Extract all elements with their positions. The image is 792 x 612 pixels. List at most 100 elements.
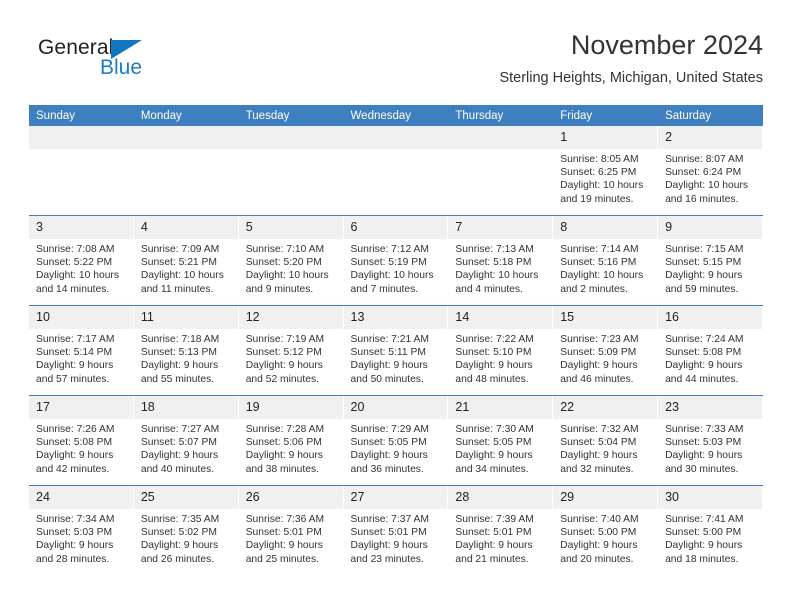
day-number: 23 — [658, 396, 762, 419]
day-number: 1 — [553, 126, 658, 149]
sunset-text: Sunset: 5:22 PM — [36, 257, 113, 269]
day-number: 24 — [29, 486, 133, 509]
day-sun-info: Sunrise: 7:18 AM Sunset: 5:13 PM Daylight:… — [134, 329, 238, 386]
calendar-day-cell[interactable]: 15 Sunrise: 7:23 AM Sunset: 5:09 PM Dayligh… — [553, 306, 659, 396]
calendar-day-cell[interactable]: 7 Sunrise: 7:13 AM Sunset: 5:18 PM Daylight… — [448, 216, 554, 306]
day-number: 8 — [553, 216, 658, 239]
calendar-day-cell[interactable]: 23 Sunrise: 7:33 AM Sunset: 5:03 PM Dayligh… — [658, 396, 763, 486]
calendar-day-cell[interactable]: 6 Sunrise: 7:12 AM Sunset: 5:19 PM Daylight… — [343, 216, 449, 306]
sunrise-text: Sunrise: 7:40 AM — [560, 514, 639, 525]
calendar-day-cell[interactable]: 24 Sunrise: 7:34 AM Sunset: 5:03 PM Dayligh… — [29, 486, 134, 575]
day-sun-info: Sunrise: 7:32 AM Sunset: 5:04 PM Daylight:… — [553, 419, 657, 476]
calendar-day-cell[interactable]: 10 Sunrise: 7:17 AM Sunset: 5:14 PM Dayligh… — [29, 306, 134, 396]
daylight-text: Daylight: 10 hours and 19 minutes. — [560, 180, 644, 205]
sunrise-text: Sunrise: 7:39 AM — [455, 514, 534, 525]
sunrise-text: Sunrise: 7:17 AM — [36, 334, 115, 345]
calendar-day-cell[interactable]: 30 Sunrise: 7:41 AM Sunset: 5:00 PM Dayligh… — [658, 486, 763, 575]
day-sun-info: Sunrise: 7:09 AM Sunset: 5:21 PM Daylight:… — [134, 239, 238, 296]
sunset-text: Sunset: 5:01 PM — [350, 527, 427, 539]
sunset-text: Sunset: 5:13 PM — [140, 347, 217, 359]
day-number-placeholder — [29, 126, 134, 149]
day-number: 20 — [343, 396, 448, 419]
weekday-header-monday: Monday — [133, 105, 239, 126]
sunset-text: Sunset: 5:03 PM — [36, 527, 113, 539]
calendar-day-cell[interactable]: 25 Sunrise: 7:35 AM Sunset: 5:02 PM Dayligh… — [133, 486, 239, 575]
calendar-day-cell[interactable]: 1 Sunrise: 8:05 AM Sunset: 6:25 PM Daylight… — [553, 126, 659, 216]
weekday-header-friday: Friday — [553, 105, 659, 126]
sunset-text: Sunset: 5:05 PM — [350, 437, 427, 449]
calendar-day-cell[interactable]: 3 Sunrise: 7:08 AM Sunset: 5:22 PM Daylight… — [29, 216, 134, 306]
weekday-header-sunday: Sunday — [29, 105, 134, 126]
sunset-text: Sunset: 5:05 PM — [455, 437, 532, 449]
day-sun-info: Sunrise: 7:22 AM Sunset: 5:10 PM Daylight:… — [448, 329, 552, 386]
daylight-text: Daylight: 10 hours and 11 minutes. — [140, 270, 224, 295]
day-sun-info: Sunrise: 7:17 AM Sunset: 5:14 PM Daylight:… — [29, 329, 133, 386]
day-sun-info: Sunrise: 7:33 AM Sunset: 5:03 PM Daylight:… — [658, 419, 762, 476]
day-number: 16 — [658, 306, 762, 329]
day-number: 21 — [448, 396, 553, 419]
sunrise-text: Sunrise: 7:10 AM — [245, 244, 325, 255]
daylight-text: Daylight: 9 hours and 50 minutes. — [350, 360, 428, 385]
calendar-day-cell[interactable]: 5 Sunrise: 7:10 AM Sunset: 5:20 PM Daylight… — [238, 216, 344, 306]
daylight-text: Daylight: 9 hours and 52 minutes. — [245, 360, 323, 385]
calendar-day-cell[interactable]: 13 Sunrise: 7:21 AM Sunset: 5:11 PM Dayligh… — [343, 306, 449, 396]
day-number: 7 — [448, 216, 553, 239]
daylight-text: Daylight: 9 hours and 46 minutes. — [560, 360, 638, 385]
day-number: 13 — [343, 306, 448, 329]
calendar-day-cell[interactable]: 21 Sunrise: 7:30 AM Sunset: 5:05 PM Dayligh… — [448, 396, 554, 486]
day-number: 6 — [343, 216, 448, 239]
calendar-day-cell[interactable]: 20 Sunrise: 7:29 AM Sunset: 5:05 PM Dayligh… — [343, 396, 449, 486]
calendar-day-cell[interactable]: 28 Sunrise: 7:39 AM Sunset: 5:01 PM Dayligh… — [448, 486, 554, 575]
sunset-text: Sunset: 5:16 PM — [560, 257, 637, 269]
daylight-text: Daylight: 9 hours and 20 minutes. — [560, 540, 638, 565]
calendar-day-cell[interactable]: 2 Sunrise: 8:07 AM Sunset: 6:24 PM Daylight… — [658, 126, 763, 216]
daylight-text: Daylight: 9 hours and 36 minutes. — [350, 450, 428, 475]
day-number-placeholder — [448, 126, 554, 149]
calendar-day-cell[interactable]: 27 Sunrise: 7:37 AM Sunset: 5:01 PM Dayligh… — [343, 486, 449, 575]
calendar-day-cell[interactable]: 18 Sunrise: 7:27 AM Sunset: 5:07 PM Dayligh… — [133, 396, 239, 486]
sunrise-text: Sunrise: 7:35 AM — [140, 514, 220, 525]
day-number-placeholder — [238, 126, 344, 149]
day-number-placeholder — [343, 126, 449, 149]
calendar-day-cell[interactable]: 12 Sunrise: 7:19 AM Sunset: 5:12 PM Dayligh… — [238, 306, 344, 396]
day-number: 17 — [29, 396, 133, 419]
day-sun-info: Sunrise: 7:37 AM Sunset: 5:01 PM Daylight:… — [344, 509, 448, 566]
sunrise-text: Sunrise: 7:36 AM — [245, 514, 325, 525]
calendar-day-cell[interactable]: 11 Sunrise: 7:18 AM Sunset: 5:13 PM Dayligh… — [133, 306, 239, 396]
calendar-day-cell[interactable]: 8 Sunrise: 7:14 AM Sunset: 5:16 PM Daylight… — [553, 216, 659, 306]
sunrise-text: Sunrise: 8:05 AM — [560, 154, 639, 165]
sunset-text: Sunset: 5:19 PM — [350, 257, 427, 269]
sunset-text: Sunset: 5:00 PM — [560, 527, 637, 539]
day-number: 2 — [658, 126, 762, 149]
sunrise-text: Sunrise: 7:22 AM — [455, 334, 534, 345]
sunset-text: Sunset: 6:24 PM — [665, 167, 742, 179]
calendar-day-cell[interactable]: 17 Sunrise: 7:26 AM Sunset: 5:08 PM Dayligh… — [29, 396, 134, 486]
day-sun-info: Sunrise: 7:19 AM Sunset: 5:12 PM Daylight:… — [239, 329, 343, 386]
generalblue-logo[interactable]: General Blue — [38, 36, 218, 92]
calendar-day-cell[interactable]: 29 Sunrise: 7:40 AM Sunset: 5:00 PM Dayligh… — [553, 486, 659, 575]
calendar-day-cell[interactable]: 9 Sunrise: 7:15 AM Sunset: 5:15 PM Daylight… — [658, 216, 763, 306]
calendar-day-cell[interactable]: 22 Sunrise: 7:32 AM Sunset: 5:04 PM Dayligh… — [553, 396, 659, 486]
weekday-header-wednesday: Wednesday — [343, 105, 449, 126]
calendar-day-cell[interactable]: 19 Sunrise: 7:28 AM Sunset: 5:06 PM Dayligh… — [238, 396, 344, 486]
calendar-day-cell-empty — [29, 126, 134, 216]
day-sun-info: Sunrise: 8:07 AM Sunset: 6:24 PM Daylight:… — [658, 149, 762, 206]
sunrise-text: Sunrise: 7:08 AM — [36, 244, 115, 255]
sunrise-text: Sunrise: 7:21 AM — [350, 334, 429, 345]
day-sun-info: Sunrise: 7:30 AM Sunset: 5:05 PM Daylight:… — [448, 419, 552, 476]
calendar-day-cell[interactable]: 26 Sunrise: 7:36 AM Sunset: 5:01 PM Dayligh… — [238, 486, 344, 575]
day-sun-info: Sunrise: 7:28 AM Sunset: 5:06 PM Daylight:… — [239, 419, 343, 476]
calendar-day-cell[interactable]: 4 Sunrise: 7:09 AM Sunset: 5:21 PM Daylight… — [133, 216, 239, 306]
daylight-text: Daylight: 9 hours and 38 minutes. — [245, 450, 323, 475]
calendar-day-cell[interactable]: 16 Sunrise: 7:24 AM Sunset: 5:08 PM Dayligh… — [658, 306, 763, 396]
sunset-text: Sunset: 5:12 PM — [245, 347, 322, 359]
page-title: November 2024 — [570, 30, 763, 60]
sunrise-text: Sunrise: 7:13 AM — [455, 244, 534, 255]
calendar-day-cell[interactable]: 14 Sunrise: 7:22 AM Sunset: 5:10 PM Dayligh… — [448, 306, 554, 396]
day-sun-info: Sunrise: 7:26 AM Sunset: 5:08 PM Daylight:… — [29, 419, 133, 476]
sunset-text: Sunset: 5:07 PM — [140, 437, 217, 449]
calendar-week-row: 24 Sunrise: 7:34 AM Sunset: 5:03 PM Dayligh… — [29, 485, 763, 575]
day-sun-info: Sunrise: 7:12 AM Sunset: 5:19 PM Daylight:… — [344, 239, 448, 296]
calendar-week-row: 10 Sunrise: 7:17 AM Sunset: 5:14 PM Dayligh… — [29, 305, 763, 396]
day-sun-info: Sunrise: 7:39 AM Sunset: 5:01 PM Daylight:… — [448, 509, 552, 566]
